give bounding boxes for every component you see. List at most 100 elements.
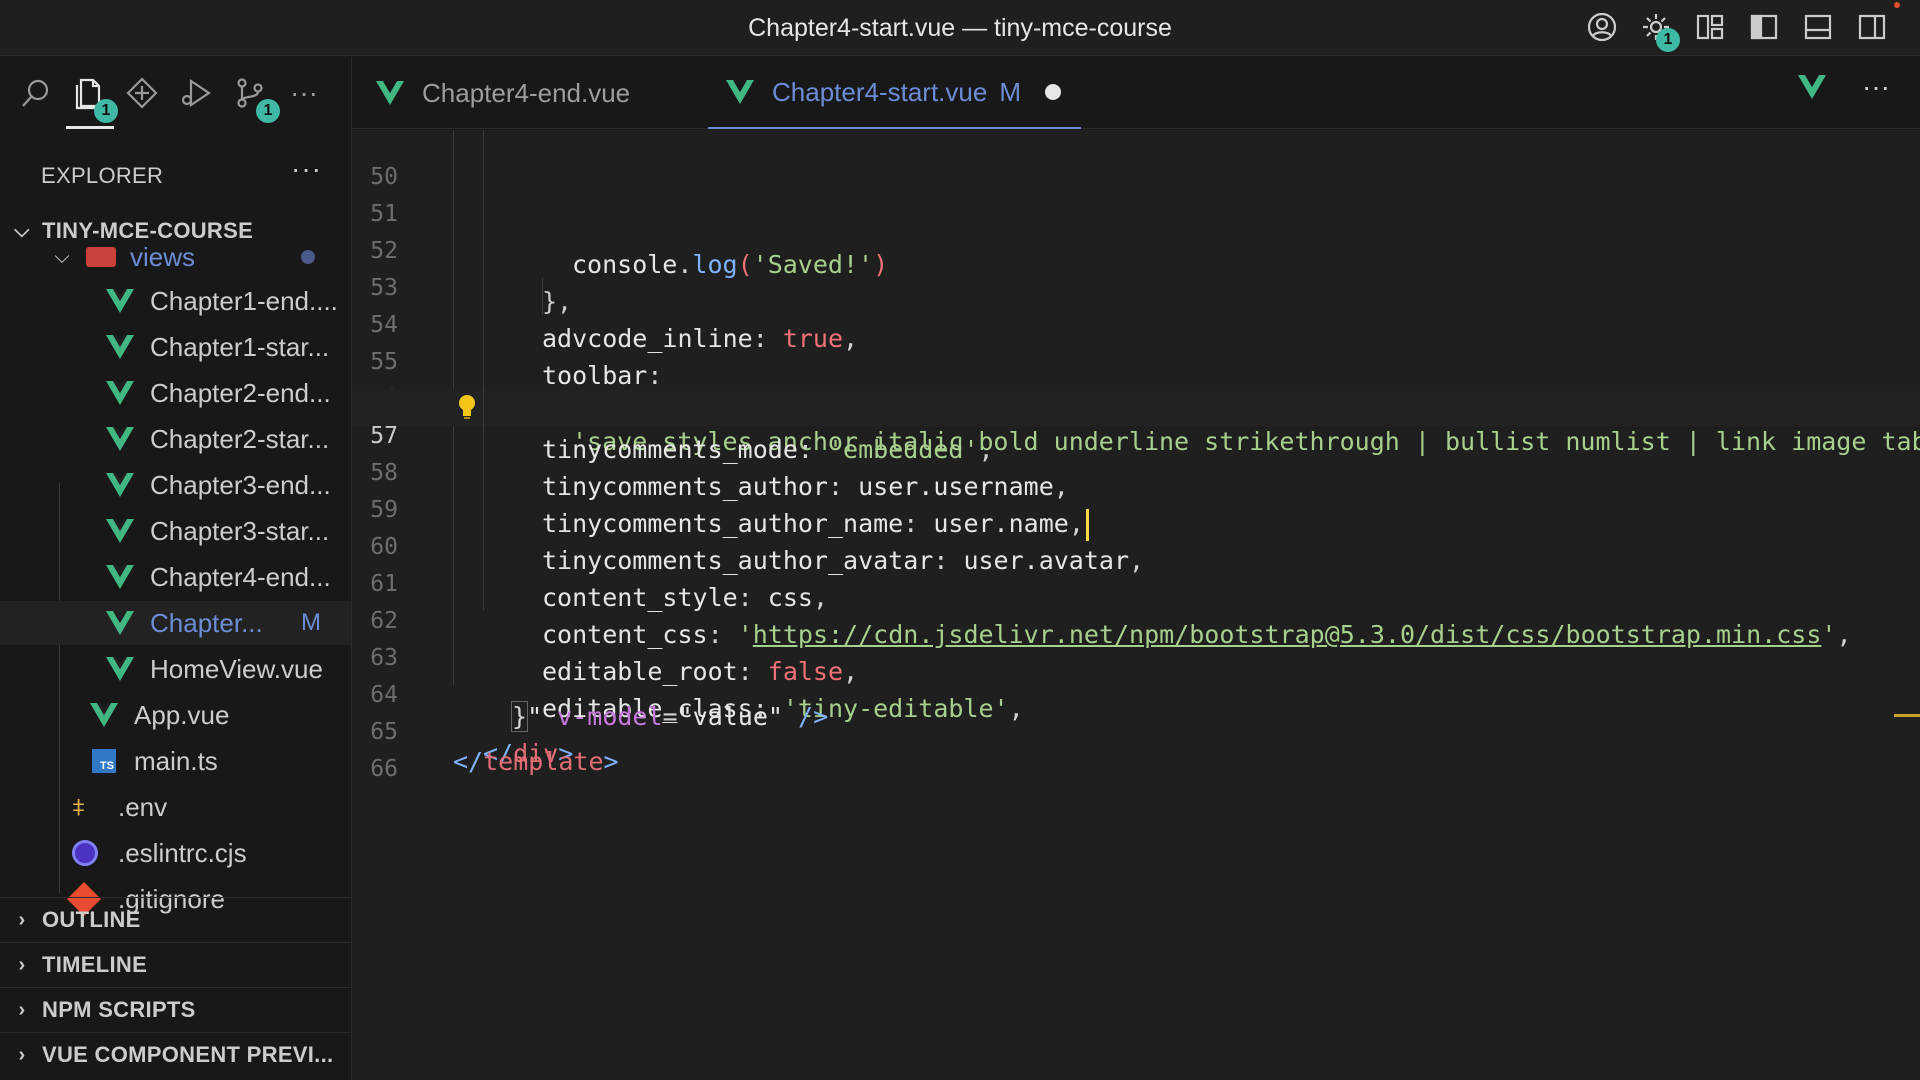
code-line: 62 editable_class: 'tiny-editable',	[352, 574, 1920, 723]
source-control-icon[interactable]: 1	[230, 71, 280, 123]
indent-guide	[483, 130, 484, 167]
chevron-right-icon: ›	[18, 953, 26, 976]
env-file-icon: ⧧	[72, 791, 86, 821]
code-line: 53 toolbar:	[352, 241, 1920, 390]
indent-guide	[453, 130, 454, 167]
code-line: 52 advcode_inline: true,	[352, 204, 1920, 353]
scrollbar-marker	[1894, 714, 1920, 717]
file-item[interactable]: Chapter2-end...	[0, 371, 351, 415]
toggle-panel-icon[interactable]	[1800, 8, 1836, 46]
indent-guide	[453, 426, 454, 463]
indent-guide	[483, 241, 484, 278]
tab-actions: ···	[1796, 71, 1890, 103]
indent-guide	[483, 315, 484, 352]
file-tree: ⌵ TINY-MCE-COURSE ⌵ views Chapter1-end..…	[0, 205, 352, 955]
indent-guide	[483, 463, 484, 500]
code-line: 63 }" v-model="value" />	[352, 611, 1920, 732]
search-icon[interactable]	[16, 71, 56, 115]
file-label: Chapter1-end....	[150, 285, 338, 316]
vue-file-icon	[104, 517, 136, 545]
indent-guide	[453, 648, 454, 685]
run-debug-icon[interactable]	[176, 71, 216, 115]
indent-guide	[483, 352, 484, 389]
chevron-right-icon: ›	[18, 998, 26, 1021]
toggle-primary-sidebar-icon[interactable]	[1746, 8, 1782, 46]
chevron-down-icon: ⌵	[54, 245, 70, 268]
customize-layout-icon[interactable]	[1692, 8, 1728, 46]
activity-bar: 1 1 ···	[0, 57, 352, 129]
file-label: HomeView.vue	[150, 653, 323, 684]
code-line: 65 </template>	[352, 685, 1920, 776]
folder-views[interactable]: ⌵ views	[0, 239, 351, 275]
vue-file-icon	[724, 78, 756, 106]
title-bar-actions: 1	[1584, 2, 1900, 52]
indent-guide	[453, 315, 454, 352]
source-control-badge: 1	[256, 99, 280, 123]
panel-outline[interactable]: › OUTLINE	[0, 897, 351, 942]
indent-guide	[453, 574, 454, 611]
file-item[interactable]: ⧧ .env	[0, 785, 351, 829]
indent-guide	[483, 537, 484, 574]
vue-file-icon	[374, 79, 406, 107]
panel-timeline[interactable]: › TIMELINE	[0, 942, 351, 987]
editor-more-actions[interactable]: ···	[1862, 71, 1890, 103]
indent-guide	[453, 352, 454, 389]
file-item[interactable]: .eslintrc.cjs	[0, 831, 351, 875]
explorer-icon[interactable]: 1	[66, 71, 118, 129]
indent-guide	[483, 574, 484, 611]
toggle-secondary-sidebar-icon[interactable]	[1854, 2, 1900, 46]
code-editor[interactable]: 50 console.log('Saved!') 51 }, 52 advcod…	[352, 130, 1920, 1080]
file-item[interactable]: App.vue	[0, 693, 351, 737]
vue-file-icon	[104, 425, 136, 453]
file-item[interactable]: TS main.ts	[0, 739, 351, 783]
title-bar: Chapter4-start.vue — tiny-mce-course 1	[0, 0, 1920, 56]
file-label: main.ts	[134, 745, 218, 776]
vue-file-icon	[88, 701, 120, 729]
explorer-badge: 1	[94, 99, 118, 123]
panel-npm-scripts[interactable]: › NPM SCRIPTS	[0, 987, 351, 1032]
file-item[interactable]: Chapter4-end...	[0, 555, 351, 599]
file-item[interactable]: Chapter1-star...	[0, 325, 351, 369]
line-number: 66	[370, 756, 398, 782]
file-label: Chapter1-star...	[150, 331, 330, 362]
file-label: Chapter2-end...	[150, 377, 331, 408]
indent-guide	[453, 463, 454, 500]
file-item[interactable]: HomeView.vue	[0, 647, 351, 691]
folder-label: views	[130, 241, 196, 272]
file-item[interactable]: Chapter3-end...	[0, 463, 351, 507]
indent-guide	[453, 500, 454, 537]
code-line: 51 },	[352, 167, 1920, 316]
file-item-selected[interactable]: Chapter... M	[0, 601, 351, 645]
indent-guide	[453, 611, 454, 648]
file-label: Chapter4-end...	[150, 561, 331, 592]
tab-label: Chapter4-start.vue	[772, 76, 988, 107]
explorer-more-actions[interactable]: ···	[291, 153, 322, 185]
indent-guide	[542, 278, 543, 315]
vue-preview-icon[interactable]	[1796, 73, 1828, 101]
panel-vue-component-preview[interactable]: › VUE COMPONENT PREVI...	[0, 1032, 351, 1077]
vue-file-icon	[104, 655, 136, 683]
more-views-icon[interactable]: ···	[284, 71, 324, 115]
source-control-graph-icon[interactable]	[122, 71, 162, 115]
account-icon[interactable]	[1584, 8, 1620, 46]
file-item[interactable]: Chapter2-star...	[0, 417, 351, 461]
file-item[interactable]: Chapter1-end....	[0, 279, 351, 323]
vue-file-icon	[104, 379, 136, 407]
indent-guide	[483, 167, 484, 204]
vue-file-icon	[104, 609, 136, 637]
file-item[interactable]: Chapter3-star...	[0, 509, 351, 553]
indent-guide	[453, 167, 454, 204]
settings-gear-icon[interactable]: 1	[1638, 8, 1680, 52]
notification-dot	[1894, 2, 1900, 8]
eslint-file-icon	[72, 840, 98, 866]
tab-chapter4-start[interactable]: Chapter4-start.vue M	[708, 57, 1081, 129]
code-line: 50 console.log('Saved!')	[352, 130, 1920, 279]
vue-file-icon	[104, 471, 136, 499]
tab-chapter4-end[interactable]: Chapter4-end.vue	[374, 57, 630, 129]
lightbulb-icon[interactable]	[456, 394, 478, 420]
vue-file-icon	[104, 333, 136, 361]
unsaved-dot-icon[interactable]	[1045, 84, 1061, 100]
file-label: Chapter2-star...	[150, 423, 330, 454]
chevron-right-icon: ›	[18, 908, 26, 931]
views-folder-icon	[86, 247, 116, 267]
